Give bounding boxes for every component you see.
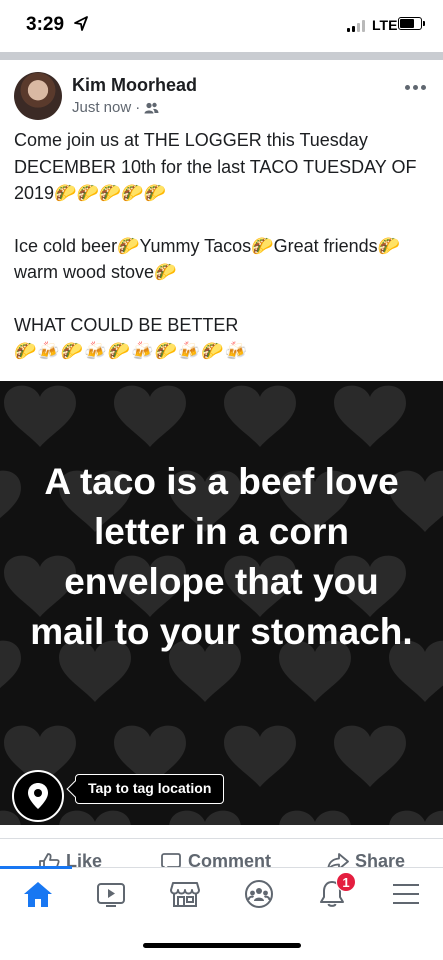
home-icon xyxy=(24,882,52,907)
signal-strength-icon xyxy=(347,20,367,32)
friends-icon xyxy=(144,102,159,113)
groups-icon xyxy=(245,880,273,908)
post-text: Come join us at THE LOGGER this Tuesday … xyxy=(14,127,434,365)
signal-bar-2 xyxy=(352,26,355,32)
author-avatar[interactable] xyxy=(14,72,62,120)
notification-badge: 1 xyxy=(336,872,356,892)
battery-icon xyxy=(398,17,425,30)
tab-groups[interactable] xyxy=(239,878,279,910)
feed-divider xyxy=(0,52,443,60)
post-meta: Just now · xyxy=(72,99,159,116)
post-timestamp[interactable]: Just now xyxy=(72,99,131,116)
dot-icon xyxy=(421,84,426,90)
network-type: LTE xyxy=(372,17,398,33)
tab-marketplace[interactable] xyxy=(165,878,205,910)
meta-separator: · xyxy=(135,99,141,116)
status-time: 3:29 xyxy=(26,14,65,35)
author-name[interactable]: Kim Moorhead xyxy=(72,75,197,96)
tab-watch[interactable] xyxy=(91,878,131,910)
home-indicator[interactable] xyxy=(143,943,301,948)
post-paragraph-1: Come join us at THE LOGGER this Tuesday … xyxy=(14,130,422,203)
tab-home[interactable] xyxy=(18,878,58,910)
active-tab-indicator xyxy=(0,866,72,869)
status-bar: 3:29 LTE xyxy=(0,0,443,52)
post-paragraph-2: Ice cold beer🌮Yummy Tacos🌮Great friends🌮… xyxy=(14,235,401,283)
post-paragraph-3: WHAT COULD BE BETTER xyxy=(14,314,239,335)
post-image[interactable]: A taco is a beef love letter in a corn e… xyxy=(0,381,443,825)
dot-icon xyxy=(405,84,410,90)
emoji-line: 🌮🍻🌮🍻🌮🍻🌮🍻🌮🍻 xyxy=(14,341,249,361)
video-icon xyxy=(97,883,125,907)
battery-fill xyxy=(400,19,414,28)
signal-bar-3 xyxy=(357,23,360,32)
signal-bar-1 xyxy=(347,28,350,32)
more-options-button[interactable] xyxy=(405,82,429,92)
tag-location-tooltip[interactable]: Tap to tag location xyxy=(75,774,225,804)
location-arrow-icon xyxy=(74,16,88,31)
marketplace-icon xyxy=(170,882,200,907)
tab-menu[interactable] xyxy=(386,878,426,910)
dot-icon xyxy=(413,84,418,90)
menu-icon xyxy=(393,884,419,904)
tag-location-button[interactable] xyxy=(12,770,64,822)
image-quote-text: A taco is a beef love letter in a corn e… xyxy=(30,461,413,652)
location-pin-icon xyxy=(28,783,48,809)
signal-bar-4 xyxy=(362,20,365,32)
post-actions: Like Comment Share xyxy=(0,838,443,872)
